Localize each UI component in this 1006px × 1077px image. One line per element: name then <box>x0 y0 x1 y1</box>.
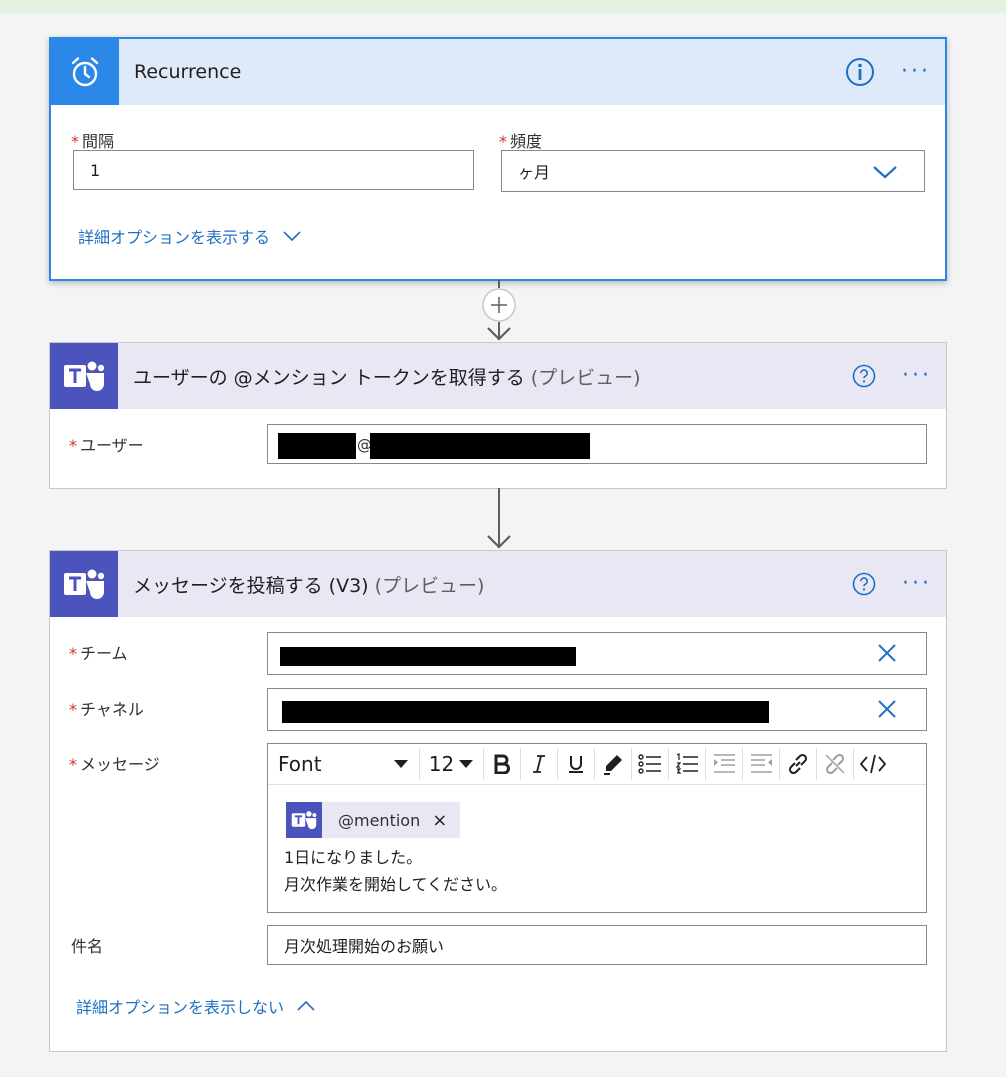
highlight-button[interactable] <box>595 748 632 780</box>
mention-token-title: ユーザーの @メンション トークンを取得する (プレビュー) <box>133 366 641 389</box>
subject-input[interactable]: 月次処理開始のお願い <box>267 925 927 965</box>
show-advanced-options-link[interactable]: 詳細オプションを表示する <box>78 224 302 248</box>
top-strip <box>0 0 1006 13</box>
teams-icon <box>286 802 322 838</box>
font-size-select[interactable]: 12 <box>420 748 484 780</box>
bold-button[interactable] <box>484 748 521 780</box>
user-input[interactable]: @ <box>267 424 927 464</box>
bold-icon <box>494 754 510 774</box>
increase-indent-button <box>743 748 780 780</box>
chevron-down-icon <box>283 231 301 242</box>
underline-button[interactable] <box>558 748 595 780</box>
team-label: * チーム <box>69 644 128 663</box>
remove-link-button <box>817 748 854 780</box>
post-message-header[interactable]: メッセージを投稿する (V3) (プレビュー) ··· <box>50 551 946 617</box>
message-line: 月次作業を開始してください。 <box>284 875 508 894</box>
frequency-select[interactable]: ヶ月 <box>501 150 925 192</box>
bullet-list-button[interactable] <box>632 748 669 780</box>
insert-link-button[interactable] <box>780 748 817 780</box>
decrease-indent-button <box>706 748 743 780</box>
outdent-icon <box>751 754 772 773</box>
unlink-icon <box>825 753 845 775</box>
more-options-icon[interactable]: ··· <box>902 573 932 595</box>
team-input[interactable] <box>267 632 927 675</box>
redacted-team <box>280 647 576 666</box>
underline-icon <box>569 756 583 773</box>
interval-label: * 間隔 <box>71 132 115 151</box>
message-editor[interactable]: Font 12 @mention × 1日になりました。 月次作業を開始してくだ… <box>267 743 927 913</box>
teams-icon-box <box>50 551 118 617</box>
code-icon <box>859 754 886 774</box>
message-label: * メッセージ <box>69 755 160 774</box>
teams-icon-box <box>50 343 118 409</box>
numbered-list-button[interactable] <box>669 748 706 780</box>
frequency-label: * 頻度 <box>499 132 543 151</box>
bullet-list-icon <box>638 754 661 774</box>
italic-icon <box>533 755 545 773</box>
alarm-clock-icon <box>71 57 99 87</box>
interval-input[interactable]: 1 <box>73 150 474 190</box>
redacted-domain <box>370 433 590 459</box>
link-icon <box>788 753 808 775</box>
redacted-channel <box>282 701 769 723</box>
teams-icon <box>64 361 105 391</box>
recurrence-header[interactable]: Recurrence ··· <box>51 39 945 105</box>
info-icon[interactable] <box>845 57 875 87</box>
mention-chip-label: @mention <box>338 810 421 830</box>
editor-toolbar: Font 12 <box>268 744 926 785</box>
mention-token-header[interactable]: ユーザーの @メンション トークンを取得する (プレビュー) ··· <box>50 343 946 409</box>
hide-advanced-options-link[interactable]: 詳細オプションを表示しない <box>76 994 316 1018</box>
recurrence-icon-box <box>51 39 119 105</box>
recurrence-title: Recurrence <box>134 61 242 83</box>
clear-team-icon[interactable] <box>876 642 898 664</box>
post-message-card[interactable]: メッセージを投稿する (V3) (プレビュー) ··· * チーム * チャネル *… <box>49 550 947 1052</box>
connector-arrow <box>487 488 511 549</box>
indent-icon <box>714 754 735 773</box>
font-select[interactable]: Font <box>268 748 420 780</box>
redacted-username <box>278 433 356 459</box>
more-options-icon[interactable]: ··· <box>902 365 932 387</box>
help-icon[interactable] <box>852 364 876 388</box>
post-message-title: メッセージを投稿する (V3) (プレビュー) <box>133 574 485 597</box>
chevron-up-icon <box>297 1000 315 1011</box>
channel-label: * チャネル <box>69 700 144 719</box>
numbered-list-icon <box>675 753 698 774</box>
more-options-icon[interactable]: ··· <box>901 61 931 83</box>
code-view-button[interactable] <box>854 748 891 780</box>
remove-token-icon[interactable]: × <box>432 810 447 831</box>
clear-channel-icon[interactable] <box>876 698 898 720</box>
user-label: * ユーザー <box>69 436 144 455</box>
help-icon[interactable] <box>852 572 876 596</box>
channel-input[interactable] <box>267 688 927 731</box>
mention-token-chip[interactable]: @mention × <box>286 802 460 838</box>
italic-button[interactable] <box>521 748 558 780</box>
teams-icon <box>64 569 105 599</box>
highlight-pen-icon <box>604 755 622 775</box>
add-step-icon[interactable] <box>481 287 517 323</box>
subject-label: 件名 <box>71 937 104 956</box>
recurrence-card[interactable]: Recurrence ··· * 間隔 1 * 頻度 ヶ月 詳細オプションを表示する <box>49 37 947 281</box>
caret-down-icon <box>394 760 408 768</box>
mention-token-card[interactable]: ユーザーの @メンション トークンを取得する (プレビュー) ··· * ユーザー… <box>49 342 947 489</box>
caret-down-icon <box>459 760 474 768</box>
chevron-down-icon <box>873 166 897 179</box>
message-line: 1日になりました。 <box>284 848 423 867</box>
